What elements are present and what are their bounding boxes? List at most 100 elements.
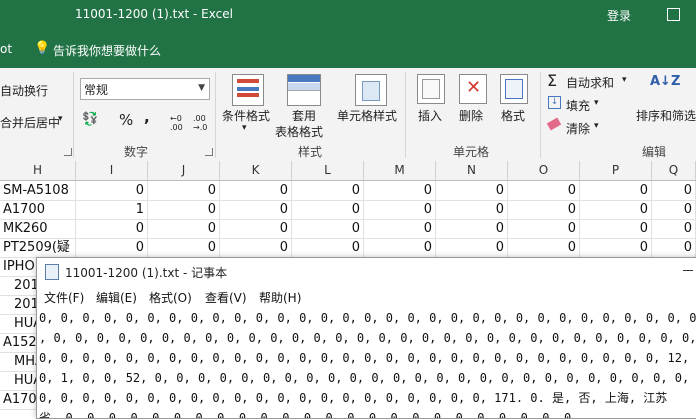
cell-l[interactable]: 0 [292,200,364,219]
login-link[interactable]: 登录 [607,7,631,24]
tell-me-search[interactable]: 告诉我你想要做什么 [53,42,161,59]
menu-view[interactable]: 查看(V) [205,289,247,306]
tab-partial[interactable]: ot [0,42,12,56]
comma-button[interactable]: , [144,108,150,126]
restore-icon[interactable] [667,8,680,21]
insert-button[interactable]: 插入 [418,107,442,124]
cell-j[interactable]: 0 [148,181,220,200]
cell-k[interactable]: 0 [220,238,292,257]
column-header-i[interactable]: I [76,161,148,180]
conditional-format-icon[interactable] [232,74,264,106]
percent-button[interactable]: % [119,111,133,129]
notepad-title-bar[interactable]: 11001-1200 (1).txt - 记事本 [37,258,696,284]
cell-i[interactable]: 0 [76,181,148,200]
sort-filter-icon[interactable]: A↓Z [650,74,680,89]
cell-p[interactable]: 0 [580,219,652,238]
cell-l[interactable]: 0 [292,181,364,200]
eraser-icon[interactable] [546,117,562,131]
insert-cells-icon[interactable] [417,74,445,104]
cell-j[interactable]: 0 [148,219,220,238]
column-header-j[interactable]: J [148,161,220,180]
cell-j[interactable]: 0 [148,238,220,257]
minimize-icon[interactable] [683,270,693,271]
cell-i[interactable]: 0 [76,219,148,238]
chevron-down-icon[interactable]: ▾ [594,121,599,131]
decrease-decimal-button[interactable]: .00 →.0 [193,114,207,132]
cell-styles-button[interactable]: 单元格样式 [337,107,397,124]
format-cells-icon[interactable] [500,74,528,104]
dialog-launcher-icon[interactable] [205,148,213,156]
column-header-o[interactable]: O [508,161,580,180]
chevron-down-icon[interactable]: ▾ [622,75,627,85]
cell-k[interactable]: 0 [220,181,292,200]
delete-cells-icon[interactable]: ✕ [459,74,487,104]
cell-h[interactable]: A1700 [0,200,76,219]
cell-j[interactable]: 0 [148,200,220,219]
autosum-icon[interactable]: Σ [547,71,557,90]
column-header-q[interactable]: Q [652,161,696,180]
merge-center-button[interactable]: 合并后居中 [0,114,60,131]
cell-m[interactable]: 0 [364,181,436,200]
conditional-format-button[interactable]: 条件格式 [222,107,270,124]
format-table-label-1[interactable]: 套用 [292,107,316,124]
increase-decimal-button[interactable]: ←0.00 [170,114,183,132]
cell-m[interactable]: 0 [364,219,436,238]
clear-button[interactable]: 清除 [566,120,590,137]
cell-o[interactable]: 0 [508,200,580,219]
cell-k[interactable]: 0 [220,219,292,238]
cell-i[interactable]: 1 [76,200,148,219]
cell-q[interactable]: 0 [652,219,696,238]
dialog-launcher-icon[interactable] [64,148,72,156]
notepad-text-area[interactable]: 0, 0, 0, 0, 0, 0, 0, 0, 0, 0, 0, 0, 0, 0… [39,308,696,418]
cell-h[interactable]: PT2509(疑 [0,238,76,257]
number-format-dropdown[interactable]: 常规 ▼ [80,78,210,100]
sort-filter-button[interactable]: 排序和筛选 [636,107,696,124]
menu-file[interactable]: 文件(F) [44,289,84,306]
cell-q[interactable]: 0 [652,238,696,257]
fill-button[interactable]: 填充 [566,97,590,114]
cell-styles-icon[interactable] [355,74,387,106]
cell-p[interactable]: 0 [580,238,652,257]
cell-h[interactable]: SM-A5108 [0,181,76,200]
cell-o[interactable]: 0 [508,238,580,257]
format-button[interactable]: 格式 [501,107,525,124]
column-header-m[interactable]: M [364,161,436,180]
cell-m[interactable]: 0 [364,238,436,257]
menu-format[interactable]: 格式(O) [149,289,192,306]
cell-q[interactable]: 0 [652,181,696,200]
format-as-table-icon[interactable] [287,74,321,106]
fill-icon[interactable]: ↓ [548,96,561,109]
cell-k[interactable]: 0 [220,200,292,219]
cell-o[interactable]: 0 [508,219,580,238]
cell-p[interactable]: 0 [580,200,652,219]
menu-edit[interactable]: 编辑(E) [96,289,137,306]
chevron-down-icon[interactable]: ▾ [594,98,599,108]
cell-n[interactable]: 0 [436,238,508,257]
wrap-text-button[interactable]: 自动换行 [0,82,48,99]
column-header-k[interactable]: K [220,161,292,180]
column-header-h[interactable]: H [0,161,76,180]
cell-h[interactable]: MK260 [0,219,76,238]
cell-i[interactable]: 0 [76,238,148,257]
column-header-l[interactable]: L [292,161,364,180]
cell-l[interactable]: 0 [292,219,364,238]
delete-button[interactable]: 删除 [459,107,483,124]
chevron-down-icon[interactable]: ▾ [58,114,63,124]
cell-l[interactable]: 0 [292,238,364,257]
currency-icon[interactable]: 💱 [82,112,98,127]
autosum-button[interactable]: 自动求和 [566,74,614,91]
column-header-p[interactable]: P [580,161,652,180]
editing-group-label: 编辑 [642,145,667,159]
cell-m[interactable]: 0 [364,200,436,219]
column-header-row: HIJKLMNOPQ [0,161,696,181]
cell-o[interactable]: 0 [508,181,580,200]
cell-n[interactable]: 0 [436,181,508,200]
cell-n[interactable]: 0 [436,219,508,238]
column-header-n[interactable]: N [436,161,508,180]
menu-help[interactable]: 帮助(H) [259,289,301,306]
cell-q[interactable]: 0 [652,200,696,219]
cell-n[interactable]: 0 [436,200,508,219]
cell-p[interactable]: 0 [580,181,652,200]
notepad-window[interactable]: 11001-1200 (1).txt - 记事本 文件(F) 编辑(E) 格式(… [36,257,696,419]
format-table-label-2[interactable]: 表格格式 [275,123,323,140]
